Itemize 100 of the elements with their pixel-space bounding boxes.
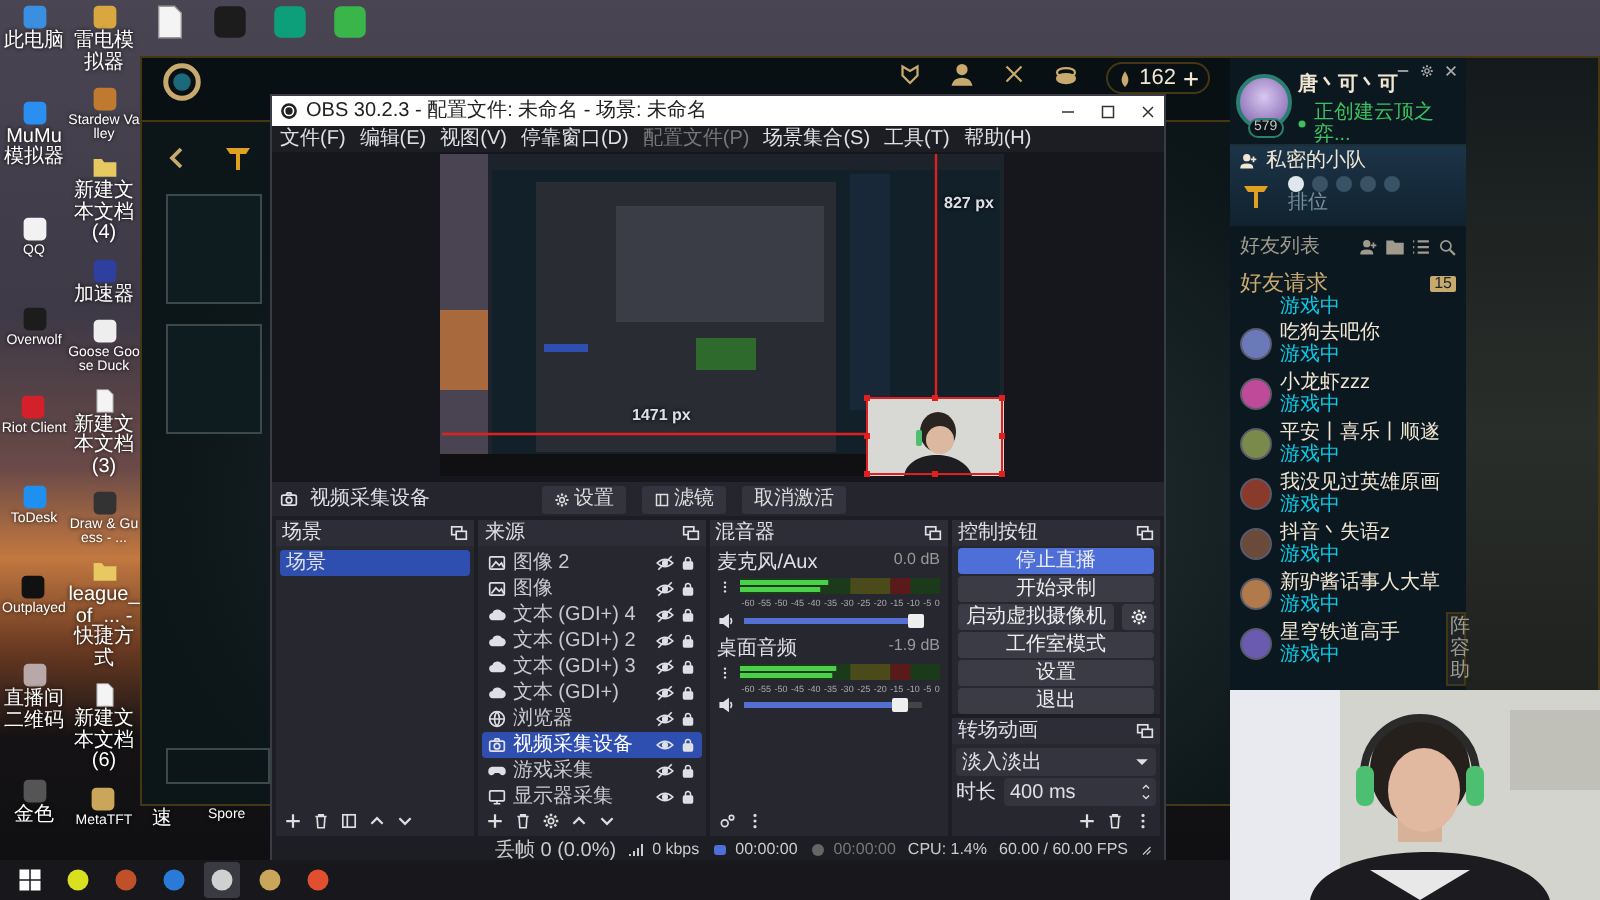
app-icon[interactable] [20, 573, 47, 600]
source-item[interactable]: 文本 (GDI+) [482, 680, 702, 706]
maximize-icon[interactable] [1100, 103, 1116, 119]
hidden-eye-icon[interactable] [655, 580, 674, 598]
file-icon[interactable] [152, 4, 188, 40]
friend-row[interactable]: 吃狗去吧你 游戏中 [1230, 318, 1390, 369]
menu-item[interactable]: 编辑(E) [359, 128, 427, 150]
start-button[interactable] [18, 868, 42, 892]
add-icon[interactable] [1078, 812, 1096, 830]
hidden-eye-icon[interactable] [655, 762, 674, 780]
control-button[interactable]: 设置 [958, 660, 1154, 686]
hidden-eye-icon[interactable] [655, 710, 674, 728]
app-icon[interactable] [91, 318, 117, 345]
add-icon[interactable] [1182, 69, 1200, 88]
speaker-icon[interactable] [717, 696, 736, 714]
lock-icon[interactable] [679, 632, 696, 650]
file-icon[interactable] [91, 682, 117, 709]
tools-icon[interactable] [1001, 62, 1026, 86]
hidden-eye-icon[interactable] [655, 554, 674, 572]
taskbar-app-icon[interactable] [210, 868, 234, 892]
selection-box[interactable] [864, 395, 1005, 477]
duration-field[interactable]: 400 ms [1004, 778, 1156, 806]
eye-icon[interactable] [655, 788, 674, 806]
folder-icon[interactable] [91, 154, 117, 181]
taskbar-app-icon[interactable] [258, 868, 282, 892]
app-icon[interactable] [90, 785, 117, 812]
panel-icon[interactable] [340, 812, 358, 830]
trash-icon[interactable] [1106, 812, 1124, 830]
lock-icon[interactable] [679, 710, 696, 728]
file-icon[interactable] [91, 387, 117, 414]
lock-icon[interactable] [679, 788, 696, 806]
source-item[interactable]: 文本 (GDI+) 3 [482, 654, 702, 680]
control-button[interactable]: 退出 [958, 688, 1154, 714]
friend-row[interactable]: 平安丨喜乐丨顺遂 游戏中 [1230, 418, 1450, 469]
friend-row[interactable]: 我没见过英雄原画 游戏中 [1230, 468, 1450, 519]
toolbar-button[interactable]: 滤镜 [642, 485, 726, 513]
source-item[interactable]: 文本 (GDI+) 4 [482, 602, 702, 628]
down-icon[interactable] [1140, 792, 1152, 802]
up-icon[interactable] [570, 812, 589, 830]
source-item[interactable]: 文本 (GDI+) 2 [482, 628, 702, 654]
toolbar-button[interactable]: 设置 [542, 485, 626, 513]
hidden-eye-icon[interactable] [655, 684, 674, 702]
minimize-icon[interactable] [1396, 64, 1410, 78]
control-button[interactable]: 停止直播 [958, 548, 1154, 574]
gears-icon[interactable] [717, 812, 736, 830]
menu-item[interactable]: 视图(V) [440, 128, 507, 150]
menu-item[interactable]: 场景集合(S) [763, 128, 871, 150]
volume-slider[interactable] [743, 613, 922, 627]
figure-icon[interactable] [949, 62, 974, 86]
list-icon[interactable] [1412, 238, 1430, 256]
trash-icon[interactable] [312, 812, 330, 830]
undock-icon[interactable] [450, 524, 469, 542]
client-field[interactable] [166, 748, 270, 784]
source-item[interactable]: 浏览器 [482, 706, 702, 732]
requests-label[interactable]: 好友请求 [1240, 272, 1328, 297]
slider-thumb[interactable] [908, 613, 925, 627]
up-icon[interactable] [1140, 782, 1152, 792]
lock-icon[interactable] [679, 580, 696, 598]
lock-icon[interactable] [679, 606, 696, 624]
tft-logo-icon[interactable] [222, 142, 254, 174]
close-icon[interactable] [1140, 103, 1156, 119]
control-button[interactable]: 启动虚拟摄像机 [958, 604, 1114, 630]
friend-row[interactable]: 抖音丶失语z 游戏中 [1230, 518, 1400, 569]
add-friend-icon[interactable] [1360, 238, 1378, 256]
source-item[interactable]: 视频采集设备 [482, 732, 702, 758]
lock-icon[interactable] [679, 736, 696, 754]
close-icon[interactable] [1444, 64, 1458, 78]
add-icon[interactable] [284, 812, 302, 830]
friend-row[interactable]: 新驴酱话事人大草 游戏中 [1230, 568, 1450, 619]
trash-icon[interactable] [514, 812, 533, 830]
undock-icon[interactable] [681, 524, 700, 542]
toolbar-button[interactable]: 取消激活 [742, 485, 846, 513]
down-icon[interactable] [598, 812, 617, 830]
search-icon[interactable] [1438, 238, 1456, 256]
menu-item[interactable]: 文件(F) [280, 128, 346, 150]
slider-thumb[interactable] [892, 698, 909, 712]
friend-row[interactable]: 星穹铁道高手 游戏中 [1230, 618, 1410, 669]
control-button[interactable]: 开始录制 [958, 576, 1154, 602]
menu-item[interactable]: 停靠窗口(D) [520, 128, 629, 150]
lock-icon[interactable] [679, 554, 696, 572]
party-slot[interactable] [1288, 176, 1304, 192]
app-icon[interactable] [91, 4, 117, 30]
scene-item[interactable]: 场景 [280, 550, 471, 576]
coins-icon[interactable] [1053, 62, 1078, 86]
down-icon[interactable] [396, 812, 414, 830]
source-item[interactable]: 显示器采集 [482, 784, 702, 810]
hidden-eye-icon[interactable] [655, 658, 674, 676]
folder-add-icon[interactable] [1386, 238, 1404, 256]
hidden-eye-icon[interactable] [655, 632, 674, 650]
crest-icon[interactable] [897, 62, 922, 86]
friend-row[interactable]: 游戏中 [1230, 296, 1350, 319]
menu-item[interactable]: 帮助(H) [963, 128, 1032, 150]
app-icon[interactable] [21, 216, 47, 243]
side-tab[interactable]: 阵容助 [1446, 612, 1466, 686]
undock-icon[interactable] [1136, 524, 1154, 542]
friend-row[interactable]: 小龙虾zzz 游戏中 [1230, 368, 1380, 419]
source-item[interactable]: 游戏采集 [482, 758, 702, 784]
hidden-eye-icon[interactable] [655, 606, 674, 624]
lock-icon[interactable] [679, 762, 696, 780]
up-icon[interactable] [368, 812, 386, 830]
